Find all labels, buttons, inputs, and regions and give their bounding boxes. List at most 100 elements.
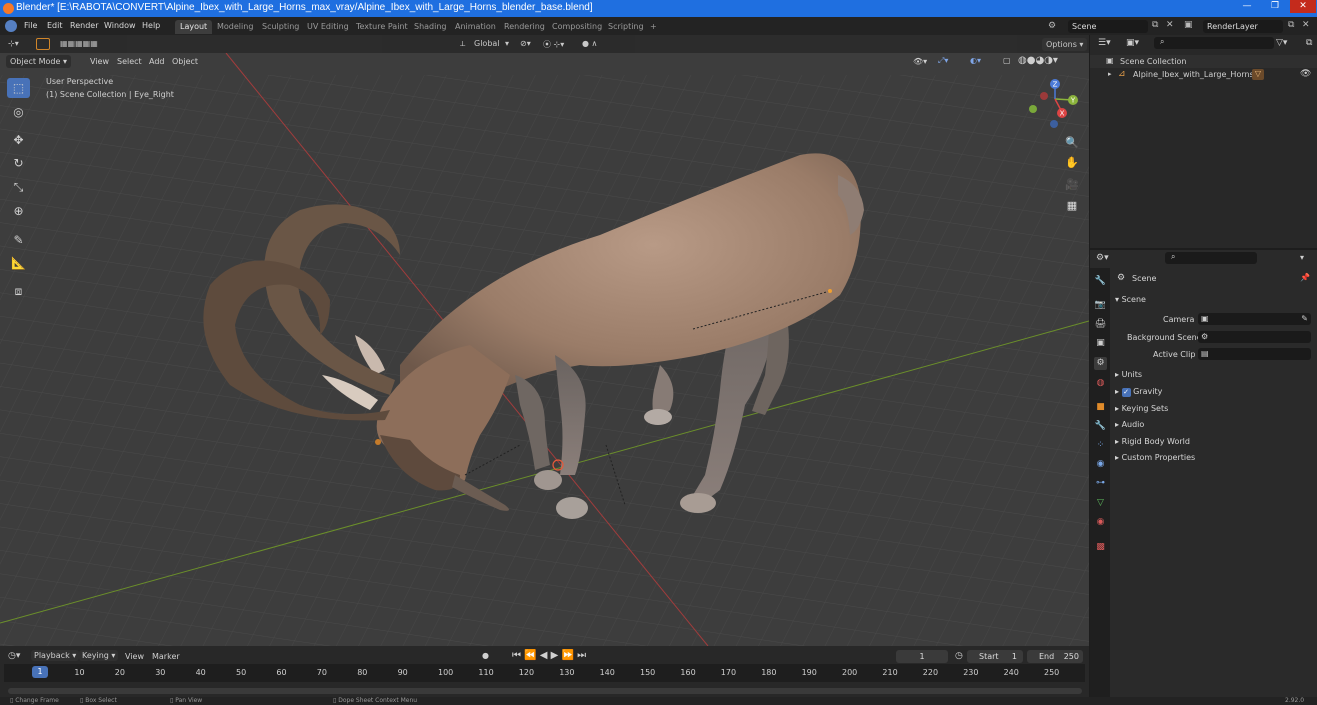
scene-field[interactable]: Scene <box>1068 20 1148 33</box>
playback-controls-icon[interactable]: ⏮ ⏪ ◀ ▶ ⏩ ⏭ <box>512 650 586 661</box>
modifier-tab-icon[interactable]: 🔧 <box>1094 420 1107 433</box>
cursor-tool-icon[interactable]: ◎ <box>7 102 30 122</box>
outliner-row-root[interactable]: ▣ Scene Collection <box>1090 55 1317 68</box>
tab-scripting[interactable]: Scripting <box>603 20 649 34</box>
options-dropdown[interactable]: Options ▾ <box>1042 38 1088 51</box>
overlay-icon[interactable]: ◐▾ <box>970 56 981 65</box>
physics-tab-icon[interactable]: ◉ <box>1094 458 1107 471</box>
material-tab-icon[interactable]: ◉ <box>1094 516 1107 529</box>
pan-hand-icon[interactable]: ✋ <box>1063 154 1081 172</box>
world-tab-icon[interactable]: ◍ <box>1094 377 1107 390</box>
render-tab-icon[interactable]: 📷 <box>1094 299 1107 312</box>
tab-modeling[interactable]: Modeling <box>212 20 258 34</box>
select-box-tool-icon[interactable]: ⬚ <box>7 78 30 98</box>
move-tool-icon[interactable]: ✥ <box>7 130 30 150</box>
data-tab-icon[interactable]: ▽ <box>1094 497 1107 510</box>
add-workspace-button[interactable]: + <box>645 20 662 34</box>
tool-tab-icon[interactable]: 🔧 <box>1094 275 1107 288</box>
menu-help[interactable]: Help <box>142 21 160 30</box>
visibility-icon[interactable]: 👁▾ <box>913 57 927 66</box>
properties-search-input[interactable]: ⌕ <box>1165 252 1257 264</box>
timeline-view-menu[interactable]: View <box>125 652 144 661</box>
active-clip-field[interactable]: ▤ <box>1198 348 1311 360</box>
new-collection-icon[interactable]: ⧉ <box>1306 38 1312 48</box>
maximize-button[interactable]: ❐ <box>1262 0 1288 13</box>
annotate-tool-icon[interactable]: ✎ <box>7 230 30 250</box>
start-field[interactable]: Start 1 <box>967 650 1023 663</box>
menu-object[interactable]: Object <box>172 57 198 66</box>
orientation-dropdown-icon[interactable]: ▾ <box>505 39 509 48</box>
tab-layout[interactable]: Layout <box>175 20 213 34</box>
filter-icon[interactable]: ▽▾ <box>1276 38 1287 48</box>
view-layer-tab-icon[interactable]: ▣ <box>1094 337 1107 350</box>
rotate-tool-icon[interactable]: ↻ <box>7 153 30 173</box>
tab-shading[interactable]: Shading <box>409 20 452 34</box>
marker-menu[interactable]: Marker <box>152 652 180 661</box>
menu-edit[interactable]: Edit <box>47 21 63 30</box>
constraints-tab-icon[interactable]: ⊶ <box>1094 477 1107 490</box>
properties-editor-icon[interactable]: ⚙▾ <box>1096 253 1109 263</box>
close-button[interactable]: ✕ <box>1290 0 1316 13</box>
pin-icon[interactable]: 📌 <box>1300 273 1310 282</box>
end-field[interactable]: End 250 <box>1027 650 1083 663</box>
editor-type-icon[interactable]: ⊹▾ <box>8 39 19 48</box>
scene-panel-header[interactable]: ▾ Scene <box>1115 295 1146 304</box>
visibility-eye-icon[interactable]: 👁 <box>1300 69 1311 79</box>
ortho-grid-icon[interactable]: ▦ <box>1063 197 1081 215</box>
menu-file[interactable]: File <box>24 21 37 30</box>
scale-tool-icon[interactable]: ⤡ <box>7 177 30 197</box>
expand-arrow-icon[interactable]: ▸ <box>1108 70 1112 78</box>
tab-animation[interactable]: Animation <box>450 20 501 34</box>
tab-uv-editing[interactable]: UV Editing <box>302 20 354 34</box>
menu-add[interactable]: Add <box>149 57 165 66</box>
section-rigid-body-world[interactable]: ▸ Rigid Body World <box>1115 437 1190 446</box>
camera-view-icon[interactable]: 🎥 <box>1063 176 1081 194</box>
object-tab-icon[interactable]: ■ <box>1094 401 1107 414</box>
section-units[interactable]: ▸ Units <box>1115 370 1142 379</box>
timeline-scrollbar[interactable] <box>8 688 1082 694</box>
texture-tab-icon[interactable]: ▩ <box>1094 541 1107 554</box>
navigation-gizmo[interactable]: Z Y X <box>1026 76 1084 132</box>
new-scene-icon[interactable]: ⧉ <box>1152 20 1158 30</box>
delete-layer-icon[interactable]: ✕ <box>1302 20 1310 30</box>
tab-texture-paint[interactable]: Texture Paint <box>351 20 413 34</box>
clock-icon[interactable]: ◷ <box>955 651 963 661</box>
outliner-row-ibex[interactable]: ▸ ⊿ Alpine_Ibex_with_Large_Horns ▽ 👁 <box>1090 68 1317 81</box>
measure-tool-icon[interactable]: 📐 <box>7 253 30 273</box>
playback-menu[interactable]: Playback ▾ <box>31 650 80 661</box>
minimize-button[interactable]: — <box>1234 0 1260 13</box>
display-mode-icon[interactable]: ▣▾ <box>1126 38 1139 48</box>
mode-dropdown[interactable]: Object Mode ▾ <box>6 55 71 68</box>
camera-field[interactable]: ▣ ✎ <box>1198 313 1311 325</box>
section-gravity[interactable]: ▸ ✓ Gravity <box>1115 387 1162 397</box>
scene-tab-icon[interactable]: ⚙ <box>1094 357 1107 370</box>
background-scene-field[interactable]: ⚙ <box>1198 331 1311 343</box>
particles-tab-icon[interactable]: ⁘ <box>1094 439 1107 452</box>
section-keying-sets[interactable]: ▸ Keying Sets <box>1115 404 1168 413</box>
delete-scene-icon[interactable]: ✕ <box>1166 20 1174 30</box>
menu-window[interactable]: Window <box>104 21 136 30</box>
tab-compositing[interactable]: Compositing <box>547 20 607 34</box>
add-cube-tool-icon[interactable]: ⧈ <box>7 281 30 301</box>
proportional-edit-icon[interactable]: ● ∧ <box>582 39 597 48</box>
outliner-search-input[interactable]: ⌕ <box>1154 37 1274 49</box>
snap-icon[interactable]: ⦿ ⊹▾ <box>543 39 564 50</box>
select-mode-icon[interactable] <box>36 38 50 50</box>
output-tab-icon[interactable]: 🖨 <box>1094 318 1107 331</box>
pivot-icon[interactable]: ⊘▾ <box>520 39 531 48</box>
3d-viewport[interactable] <box>0 35 1089 646</box>
selection-modes-icon[interactable]: ▦▦▦▦▦ <box>60 39 126 49</box>
tab-rendering[interactable]: Rendering <box>499 20 550 34</box>
timeline-editor-icon[interactable]: ◷▾ <box>8 651 20 661</box>
properties-options-icon[interactable]: ▾ <box>1300 253 1304 262</box>
renderlayer-field[interactable]: RenderLayer <box>1203 20 1283 33</box>
playhead[interactable]: 1 <box>32 666 48 678</box>
transform-orientation[interactable]: Global <box>474 39 500 48</box>
record-icon[interactable]: ● <box>482 651 489 660</box>
xray-icon[interactable]: ▢ <box>1003 56 1011 65</box>
menu-render[interactable]: Render <box>70 21 98 30</box>
outliner-editor-icon[interactable]: ☰▾ <box>1098 38 1111 48</box>
transform-tool-icon[interactable]: ⊕ <box>7 201 30 221</box>
gizmo-icon[interactable]: ⤢▾ <box>938 56 948 66</box>
zoom-icon[interactable]: 🔍 <box>1063 134 1081 152</box>
